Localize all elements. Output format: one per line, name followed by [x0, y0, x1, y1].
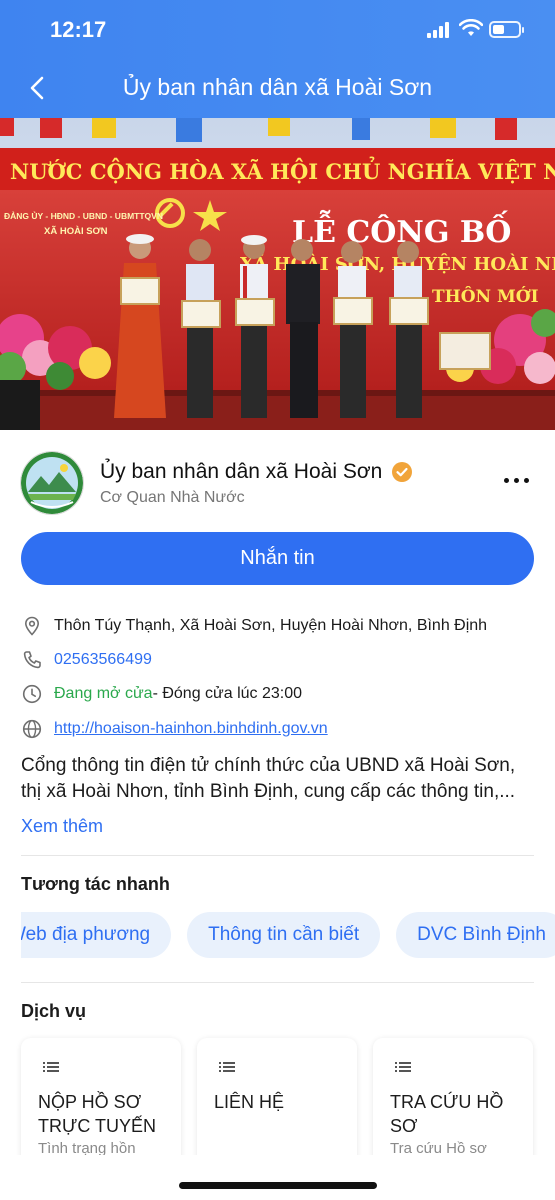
banner-left-line-1: ĐẢNG ỦY - HĐND - UBND - UBMTTQVN: [4, 210, 163, 221]
list-icon: [219, 1060, 235, 1074]
home-indicator[interactable]: [179, 1182, 377, 1189]
opening-hours-row: Đang mở cửa - Đóng cửa lúc 23:00: [21, 681, 302, 707]
phone-row[interactable]: 02563566499: [21, 647, 152, 673]
more-options-icon[interactable]: [502, 470, 534, 490]
status-bar: 12:17: [0, 0, 555, 60]
service-card-title: LIÊN HỆ: [214, 1092, 285, 1112]
list-icon: [43, 1060, 59, 1074]
banner-top-text: NƯỚC CỘNG HÒA XÃ HỘI CHỦ NGHĨA VIỆT NAM …: [10, 156, 555, 184]
battery-level: [493, 25, 504, 34]
page-title: Ủy ban nhân dân xã Hoài Sơn: [122, 74, 433, 100]
cellular-signal-icon: [427, 22, 451, 38]
organization-type: Cơ Quan Nhà Nước: [100, 489, 245, 506]
organization-avatar[interactable]: [21, 452, 83, 514]
cover-image: NƯỚC CỘNG HÒA XÃ HỘI CHỦ NGHĨA VIỆT NAM …: [0, 118, 555, 430]
address-text: Thôn Túy Thạnh, Xã Hoài Sơn, Huyện Hoài …: [54, 617, 488, 634]
phone-number-link[interactable]: 02563566499: [54, 651, 152, 669]
quick-actions-title: Tương tác nhanh: [21, 874, 170, 894]
banner-line-3-text: THÔN MỚI: [432, 286, 539, 307]
battery-icon: [489, 21, 524, 38]
chip-web-dia-phuong[interactable]: Web địa phương: [21, 912, 172, 958]
website-row[interactable]: http://hoaison-hainhon.binhdinh.gov.vn: [21, 716, 328, 742]
open-status-text: Đang mở cửa: [54, 685, 153, 702]
chip-dvc-binh-dinh[interactable]: DVC Bình Định: [396, 912, 555, 958]
service-card-title: NỘP HỒ SƠ TRỰC TUYẾN: [38, 1092, 157, 1136]
see-more-link[interactable]: Xem thêm: [21, 816, 103, 837]
quick-actions-scroller[interactable]: Web địa phương Thông tin cần biết DVC Bì…: [21, 912, 555, 958]
services-title: Dịch vụ: [21, 1001, 87, 1021]
send-message-button[interactable]: Nhắn tin: [21, 532, 534, 585]
service-card-title: TRA CỨU HỒ SƠ: [390, 1092, 504, 1136]
globe-icon: [21, 718, 43, 740]
cover-photo: NƯỚC CỘNG HÒA XÃ HỘI CHỦ NGHĨA VIỆT NAM …: [0, 118, 555, 430]
verified-check-icon: [392, 462, 413, 482]
website-link[interactable]: http://hoaison-hainhon.binhdinh.gov.vn: [54, 720, 328, 738]
divider: [21, 855, 534, 856]
chip-thong-tin-can-biet[interactable]: Thông tin cần biết: [187, 912, 381, 958]
organization-description: Cổng thông tin điện tử chính thức của UB…: [21, 755, 516, 802]
address-row: Thôn Túy Thạnh, Xã Hoài Sơn, Huyện Hoài …: [21, 613, 487, 639]
list-icon: [395, 1060, 411, 1074]
close-time-text: - Đóng cửa lúc 23:00: [152, 685, 303, 702]
organization-name-row: Ủy ban nhân dân xã Hoài Sơn: [100, 460, 413, 484]
clock-icon: [21, 683, 43, 705]
app-header: 12:17 Ủy ban nhân dân xã Hoài Sơn: [0, 0, 555, 118]
organization-name: Ủy ban nhân dân xã Hoài Sơn: [100, 460, 383, 483]
location-pin-icon: [21, 615, 43, 637]
status-time: 12:17: [50, 17, 107, 42]
divider: [21, 982, 534, 983]
organization-logo-icon: [21, 452, 83, 514]
banner-left-line-2: XÃ HOÀI SƠN: [44, 226, 108, 237]
phone-icon: [21, 649, 43, 671]
bottom-safe-area: [0, 1155, 555, 1200]
wifi-icon: [459, 19, 483, 36]
